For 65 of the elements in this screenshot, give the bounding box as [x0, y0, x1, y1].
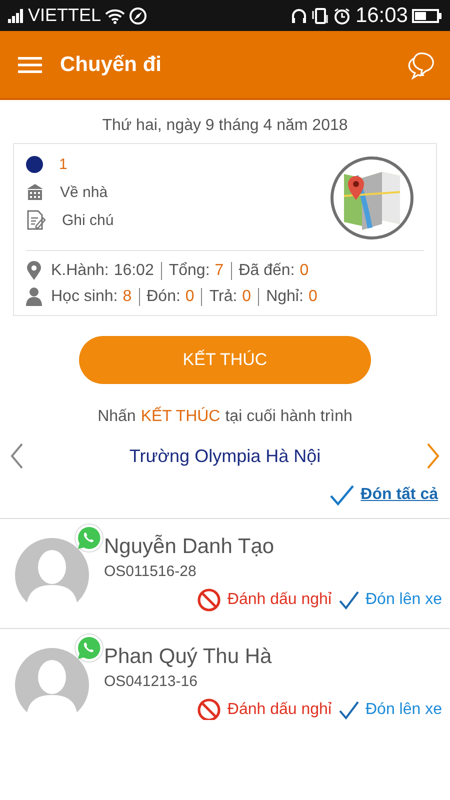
pick-up-button[interactable]: Đón lên xe: [338, 698, 442, 720]
stat-value: 16:02: [114, 262, 154, 280]
check-icon: [328, 484, 355, 506]
stat-value: 8: [122, 288, 132, 306]
student-name: Nguyễn Danh Tạo: [104, 535, 276, 559]
clock-time: 16:03: [355, 4, 408, 28]
compass-icon: [129, 6, 148, 24]
note-label: Ghi chú: [62, 212, 114, 228]
menu-icon: [18, 56, 42, 74]
pin-icon: [26, 261, 42, 281]
battery-icon: [412, 8, 442, 24]
previous-button[interactable]: [10, 442, 24, 470]
prohibited-icon: [197, 588, 222, 612]
check-icon: [338, 590, 360, 610]
vibrate-icon: [311, 6, 330, 24]
alarm-icon: [333, 6, 352, 24]
wifi-icon: [105, 8, 126, 24]
mark-absent-button[interactable]: Đánh dấu nghỉ: [197, 588, 332, 612]
trip-number: 1: [59, 156, 68, 172]
prohibited-icon: [197, 698, 222, 720]
stat-label: Đã đến:: [238, 262, 295, 280]
trip-direction: Về nhà: [60, 184, 108, 200]
note-icon: [26, 210, 46, 230]
stat-value: 0: [308, 288, 318, 306]
stat-value: 7: [214, 262, 224, 280]
carrier-name: VIETTEL: [28, 5, 102, 26]
stat-label: Đón:: [146, 288, 180, 306]
menu-button[interactable]: [18, 56, 42, 74]
stat-label: Trả:: [209, 288, 238, 306]
stat-value: 0: [242, 288, 252, 306]
map-button[interactable]: [330, 156, 414, 240]
whatsapp-icon: [74, 523, 104, 553]
stat-label: Học sinh:: [51, 288, 118, 306]
stat-label: Nghỉ:: [266, 288, 304, 306]
stat-value: 0: [300, 262, 309, 280]
avatar-icon: [14, 647, 90, 720]
headphones-icon: [291, 8, 308, 24]
hint-text: tại cuối hành trình: [225, 408, 352, 426]
hint-highlight: KẾT THÚC: [140, 408, 220, 426]
stat-value: 0: [185, 288, 194, 306]
mark-absent-button[interactable]: Đánh dấu nghỉ: [197, 698, 332, 720]
stat-label: Tổng:: [168, 262, 210, 280]
stat-label: K.Hành:: [51, 262, 109, 280]
student-code: OS011516-28: [104, 563, 198, 580]
school-name: Trường Olympia Hà Nội: [129, 446, 321, 466]
map-icon: [330, 156, 414, 240]
chevron-left-icon: [10, 442, 24, 470]
pick-up-button[interactable]: Đón lên xe: [338, 588, 442, 612]
student-name: Phan Quý Thu Hà: [104, 645, 273, 669]
next-button[interactable]: [426, 442, 440, 470]
hint-text: Nhấn: [98, 408, 136, 426]
student-code: OS041213-16: [104, 673, 198, 690]
date-label: Thứ hai, ngày 9 tháng 4 năm 2018: [101, 117, 349, 135]
whatsapp-icon: [74, 633, 104, 663]
check-icon: [338, 700, 360, 720]
signal-icon: [8, 8, 24, 22]
pick-all-link[interactable]: Đón tất cả: [360, 486, 438, 504]
avatar-icon: [14, 537, 90, 613]
person-icon: [26, 287, 42, 307]
building-icon: [26, 183, 44, 201]
chevron-right-icon: [426, 442, 440, 470]
end-trip-button[interactable]: KẾT THÚC: [79, 336, 371, 384]
student-row[interactable]: Nguyễn Danh Tạo OS011516-28 Đánh dấu nghỉ Đón lên xe: [0, 519, 450, 629]
student-row[interactable]: Phan Quý Thu Hà OS041213-16 Đánh dấu nghỉ Đón lên xe: [0, 629, 450, 720]
app-title: Chuyến đi: [60, 52, 163, 76]
